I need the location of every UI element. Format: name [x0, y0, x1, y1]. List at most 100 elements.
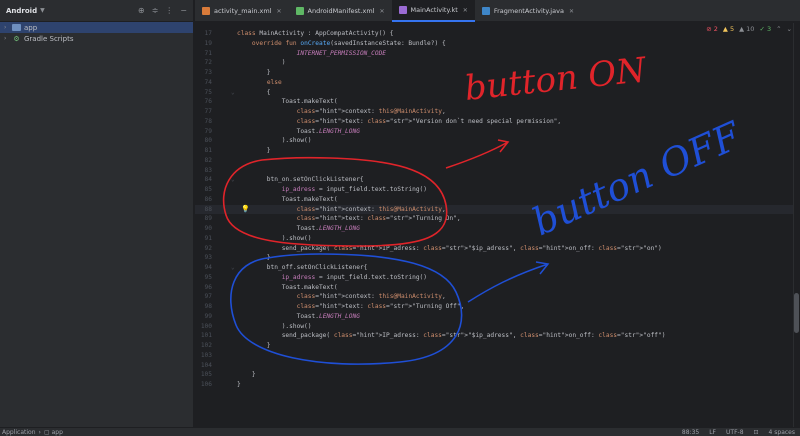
caret-position[interactable]: 88:35 [682, 429, 699, 436]
tab-android-manifest[interactable]: AndroidManifest.xml ✕ [289, 0, 392, 22]
line-number[interactable]: 103 [195, 351, 212, 361]
line-number[interactable]: 78 [195, 117, 212, 127]
line-number[interactable]: 106 [195, 380, 212, 390]
code-line[interactable]: 85 ip_adress = input_field.text.toString… [195, 185, 800, 195]
line-number[interactable]: 84 [195, 175, 212, 185]
code-line[interactable]: 74 else [195, 78, 800, 88]
line-number[interactable]: 104 [195, 361, 212, 371]
minimize-icon[interactable]: − [180, 6, 187, 15]
code-text[interactable]: ).show() [237, 136, 312, 146]
code-line[interactable]: 93 } [195, 253, 800, 263]
line-number[interactable]: 71 [195, 49, 212, 59]
editor-scrollbar[interactable] [793, 23, 800, 427]
code-text[interactable]: Toast.makeText( [237, 195, 338, 205]
line-number[interactable]: 89 [195, 214, 212, 224]
chevron-right-icon[interactable]: › [4, 24, 12, 31]
close-icon[interactable]: ✕ [277, 8, 282, 15]
line-number[interactable]: 79 [195, 127, 212, 137]
code-line[interactable]: 98 class="hint">text: class="str">"Turni… [195, 302, 800, 312]
code-line[interactable]: 103 [195, 351, 800, 361]
code-text[interactable]: send_package( class="hint">IP_adress: cl… [237, 331, 666, 341]
lightbulb-icon[interactable]: 💡 [241, 205, 250, 215]
code-line[interactable]: 86 Toast.makeText( [195, 195, 800, 205]
lock-icon[interactable]: ⊡ [754, 429, 759, 436]
code-line[interactable]: 96 Toast.makeText( [195, 283, 800, 293]
line-number[interactable]: 94 [195, 263, 212, 273]
code-line[interactable]: 90 Toast.LENGTH_LONG [195, 224, 800, 234]
code-text[interactable]: } [237, 341, 271, 351]
code-text[interactable]: ip_adress = input_field.text.toString() [237, 273, 427, 283]
code-line[interactable]: 99 Toast.LENGTH_LONG [195, 312, 800, 322]
line-number[interactable]: 83 [195, 166, 212, 176]
code-text[interactable]: class="hint">context: this@MainActivity, [237, 107, 446, 117]
line-number[interactable]: 76 [195, 97, 212, 107]
line-number[interactable]: 100 [195, 322, 212, 332]
line-number[interactable]: 92 [195, 244, 212, 254]
line-number[interactable]: 93 [195, 253, 212, 263]
code-text[interactable]: } [237, 146, 271, 156]
status-breadcrumb-app[interactable]: Application [2, 429, 36, 436]
code-text[interactable]: Toast.LENGTH_LONG [237, 312, 360, 322]
line-number[interactable]: 82 [195, 156, 212, 166]
line-number[interactable]: 17 [195, 29, 212, 39]
sidebar-title[interactable]: Android [6, 7, 37, 15]
tab-fragment-activity-java[interactable]: FragmentActivity.java ✕ [475, 0, 581, 22]
weak-warning-count[interactable]: ▲ 10 [739, 25, 754, 33]
code-line[interactable]: 84 btn_on.setOnClickListener{⌄ [195, 175, 800, 185]
code-line[interactable]: 73 } [195, 68, 800, 78]
code-line[interactable]: 100 ).show() [195, 322, 800, 332]
inspection-widget[interactable]: ⊘ 2 ▲ 5 ▲ 10 ✓ 3 ⌃ ⌄ [706, 25, 792, 33]
code-text[interactable]: ) [237, 58, 286, 68]
tab-activity-main-xml[interactable]: activity_main.xml ✕ [195, 0, 289, 22]
line-number[interactable]: 74 [195, 78, 212, 88]
code-line[interactable]: 101 send_package( class="hint">IP_adress… [195, 331, 800, 341]
code-line[interactable]: 104 [195, 361, 800, 371]
line-number[interactable]: 72 [195, 58, 212, 68]
more-icon[interactable]: ⋮ [165, 6, 173, 15]
chevron-down-icon[interactable]: ⌄ [787, 25, 792, 33]
line-number[interactable]: 105 [195, 370, 212, 380]
code-text[interactable]: class="hint">context: this@MainActivity, [237, 205, 446, 215]
code-editor[interactable]: 17 class MainActivity : AppCompatActivity… [195, 23, 800, 427]
code-line[interactable]: 71 INTERNET_PERMISSION_CODE [195, 49, 800, 59]
code-text[interactable]: INTERNET_PERMISSION_CODE [237, 49, 386, 59]
code-text[interactable]: { [237, 88, 271, 98]
code-text[interactable]: class="hint">text: class="str">"Turning … [237, 302, 465, 312]
warning-count[interactable]: ▲ 5 [723, 25, 734, 33]
code-text[interactable]: class MainActivity : AppCompatActivity()… [237, 29, 393, 39]
line-number[interactable]: 91 [195, 234, 212, 244]
chevron-up-icon[interactable]: ⌃ [776, 25, 781, 33]
line-number[interactable]: 101 [195, 331, 212, 341]
collapse-icon[interactable]: ≑ [152, 6, 159, 15]
code-line[interactable]: 106} [195, 380, 800, 390]
code-line[interactable]: 81 } [195, 146, 800, 156]
line-number[interactable]: 85 [195, 185, 212, 195]
code-text[interactable]: btn_on.setOnClickListener{ [237, 175, 364, 185]
line-number[interactable]: 80 [195, 136, 212, 146]
code-text[interactable]: override fun onCreate(savedInstanceState… [237, 39, 446, 49]
code-text[interactable]: class="hint">text: class="str">"Turning … [237, 214, 461, 224]
code-line[interactable]: 78 class="hint">text: class="str">"Versi… [195, 117, 800, 127]
code-line[interactable]: 77 class="hint">context: this@MainActivi… [195, 107, 800, 117]
status-breadcrumb-module[interactable]: app [52, 429, 63, 436]
code-text[interactable]: class="hint">context: this@MainActivity, [237, 292, 446, 302]
code-line[interactable]: 102 } [195, 341, 800, 351]
line-number[interactable]: 73 [195, 68, 212, 78]
line-number[interactable]: 77 [195, 107, 212, 117]
close-icon[interactable]: ✕ [569, 8, 574, 15]
code-text[interactable]: ).show() [237, 234, 312, 244]
line-number[interactable]: 81 [195, 146, 212, 156]
code-line[interactable]: 89 class="hint">text: class="str">"Turni… [195, 214, 800, 224]
code-line[interactable]: 97 class="hint">context: this@MainActivi… [195, 292, 800, 302]
code-text[interactable]: Toast.makeText( [237, 283, 338, 293]
indent-setting[interactable]: 4 spaces [769, 429, 795, 436]
typo-count[interactable]: ✓ 3 [759, 25, 771, 33]
code-text[interactable]: } [237, 253, 271, 263]
close-icon[interactable]: ✕ [463, 7, 468, 14]
code-text[interactable]: } [237, 68, 271, 78]
line-number[interactable]: 97 [195, 292, 212, 302]
chevron-right-icon[interactable]: › [4, 35, 12, 42]
line-number[interactable]: 75 [195, 88, 212, 98]
fold-icon[interactable]: ⌄ [231, 263, 235, 273]
code-area[interactable]: 17 class MainActivity : AppCompatActivity… [195, 23, 800, 427]
